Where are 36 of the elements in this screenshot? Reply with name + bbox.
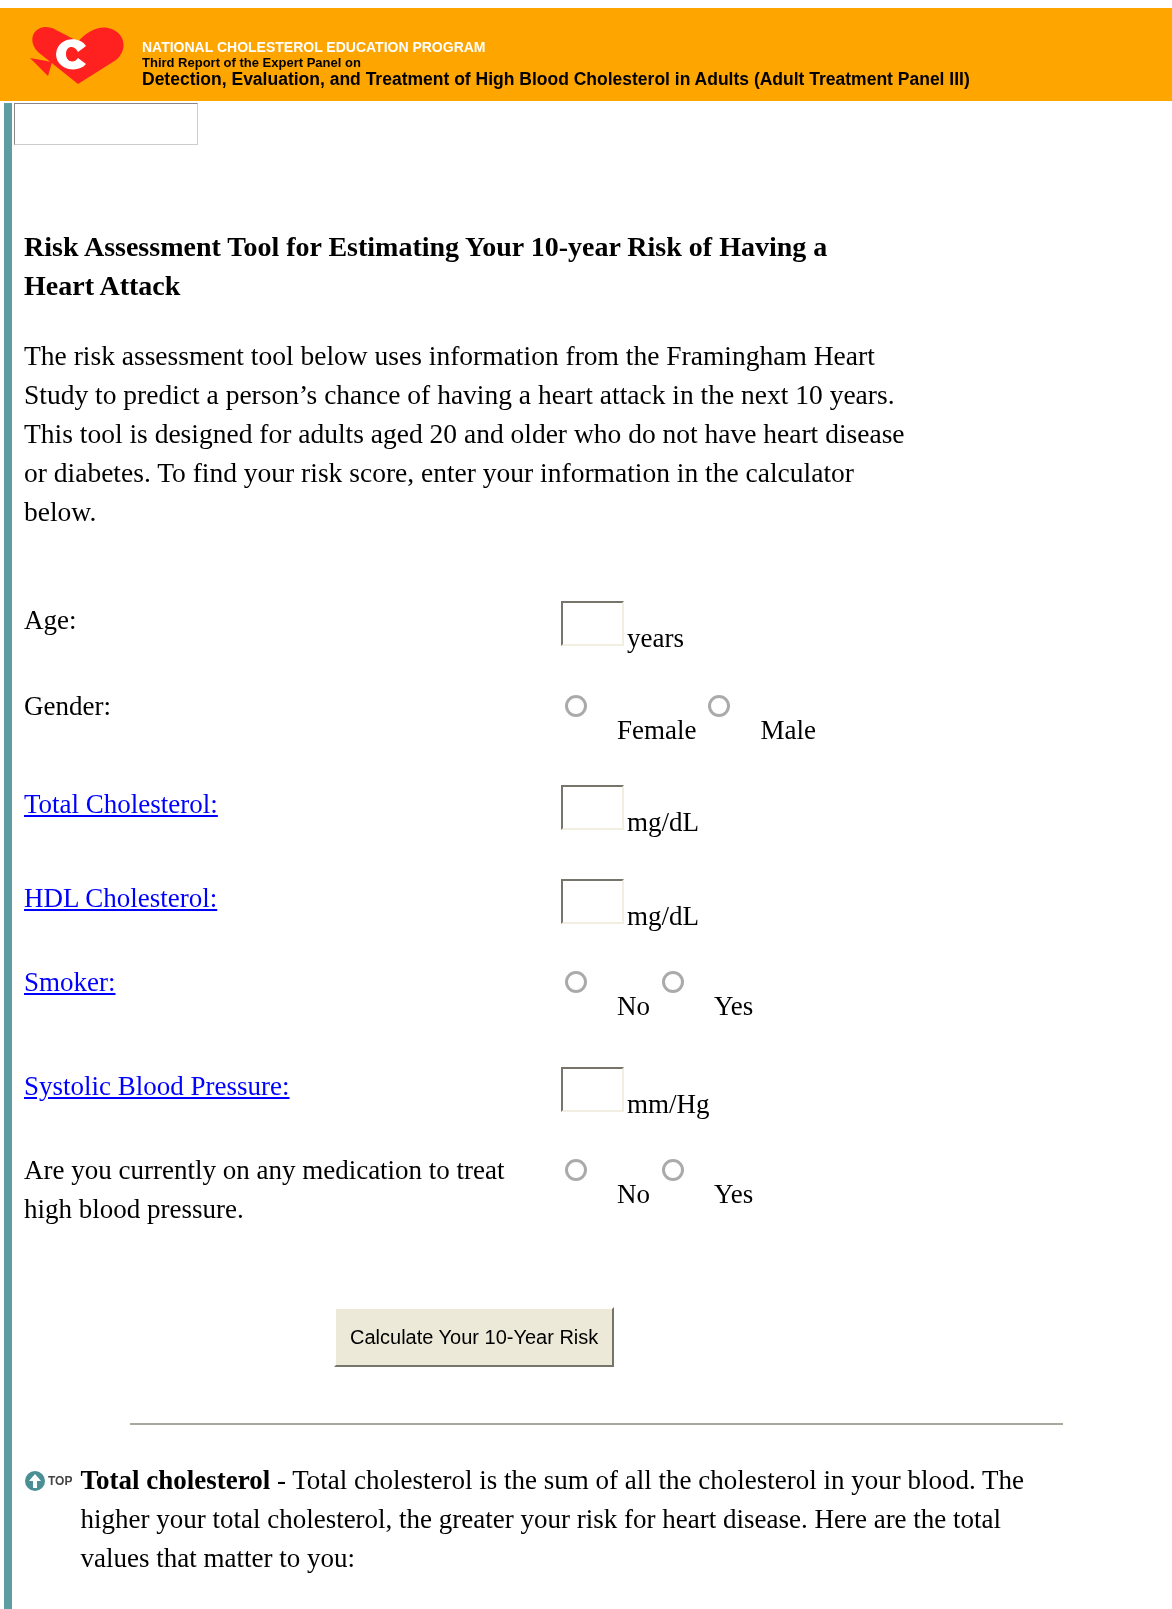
field-label: Gender: — [24, 691, 111, 721]
radio-button[interactable] — [662, 971, 684, 993]
unit-label: mg/dL — [627, 903, 699, 929]
program-name: NATIONAL CHOLESTEROL EDUCATION PROGRAM — [142, 38, 487, 56]
field-label-link[interactable]: Systolic Blood Pressure: — [24, 1071, 290, 1101]
option-label: No — [617, 993, 650, 1019]
radio-button[interactable] — [708, 695, 731, 717]
page-heading: Risk Assessment Tool for Estimating Your 10-year Risk of Having a Heart Attack — [24, 230, 829, 303]
option-label: Male — [760, 717, 816, 743]
option-label: Yes — [714, 1181, 754, 1207]
option-label: Yes — [714, 993, 754, 1019]
calculate-button[interactable]: Calculate Your 10-Year Risk — [334, 1307, 615, 1367]
field-label: Are you currently on any medication to treat high blood pressure. — [24, 1155, 505, 1224]
top-link[interactable]: TOP — [24, 1461, 73, 1500]
intro-paragraph: The risk assessment tool below uses information from the Framingham Heart Study to predict a person’s chance of having a heart attack in the next 10 years. This tool is designed for adults aged 20 and older who do not have heart disease or diabetes. To find your risk score, enter your information in the calculator below. — [24, 339, 906, 529]
input-field[interactable] — [561, 601, 624, 646]
unit-label: mm/Hg — [627, 1091, 710, 1117]
radio-button[interactable] — [565, 971, 587, 993]
option-label: Female — [617, 717, 697, 743]
field-label-link[interactable]: HDL Cholesterol: — [24, 883, 218, 913]
field-label-link[interactable]: Total Cholesterol: — [24, 789, 218, 819]
input-field[interactable] — [561, 1067, 624, 1112]
field-label-link[interactable]: Smoker: — [24, 967, 116, 997]
radio-button[interactable] — [565, 695, 587, 717]
report-subtitle: Third Report of the Expert Panel on — [142, 55, 362, 70]
radio-button[interactable] — [565, 1159, 587, 1181]
input-field[interactable] — [561, 879, 624, 924]
unit-label: years — [627, 625, 684, 651]
radio-button[interactable] — [662, 1159, 684, 1181]
report-title: Detection, Evaluation, and Treatment of High Blood Cholesterol in Adults (Adult Treatment Panel III) — [142, 69, 970, 89]
option-label: No — [617, 1181, 650, 1207]
definition-paragraph: Total cholesterol - Total cholesterol is the sum of all the cholesterol in your blood. The higher your total cholesterol, the greater your risk for heart disease. Here are the total values that matter to you: — [80, 1464, 1025, 1575]
field-label: Age: — [24, 605, 77, 635]
unit-label: mg/dL — [627, 809, 699, 835]
input-field[interactable] — [561, 785, 624, 830]
input-field[interactable] — [14, 103, 198, 145]
